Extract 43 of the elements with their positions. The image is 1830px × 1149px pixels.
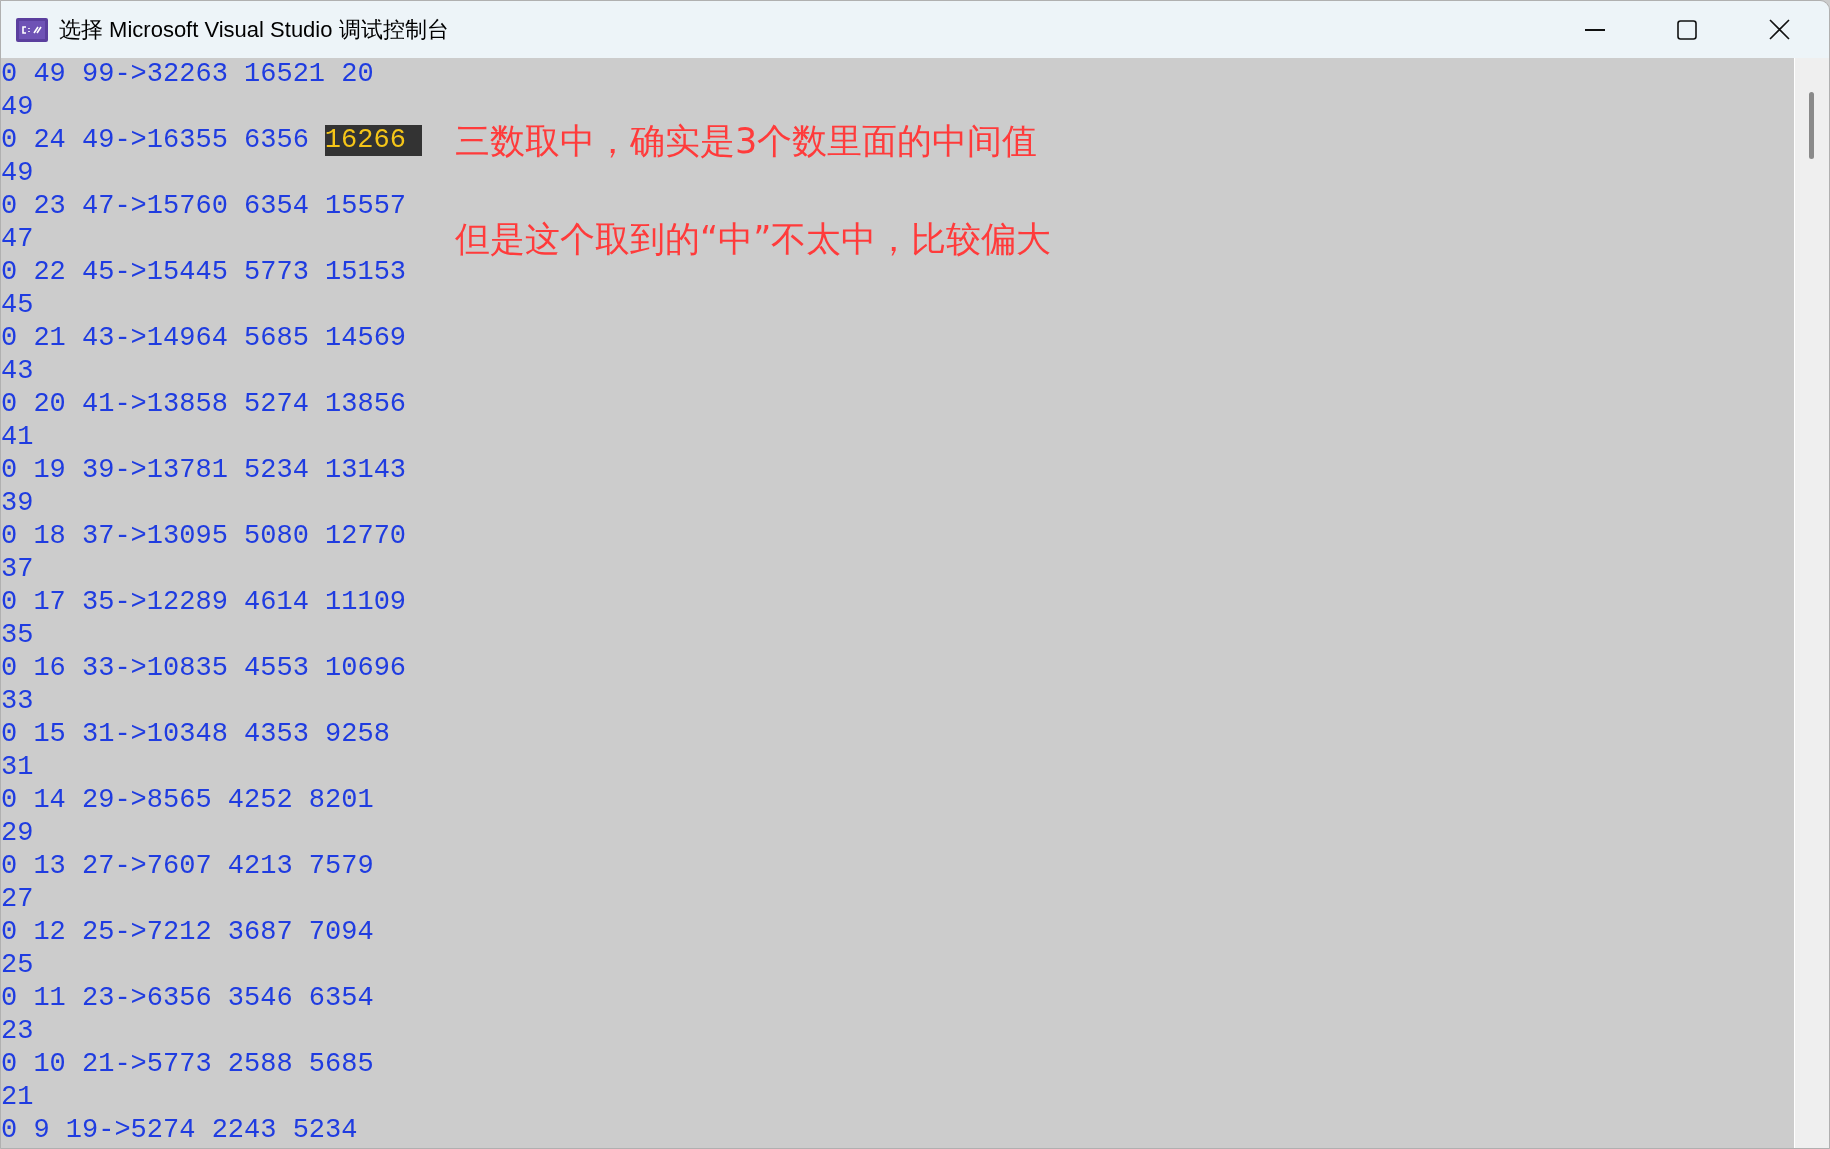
minimize-icon: [1585, 28, 1605, 31]
output-line: 0 16 33->10835 4553 10696: [1, 653, 407, 684]
output-line: 35: [1, 620, 34, 651]
output-line: 0 13 27->7607 4213 7579: [1, 851, 374, 882]
output-line: 21: [1, 1082, 34, 1113]
output-line: 49: [1, 158, 34, 189]
output-line: 33: [1, 686, 34, 717]
output-line: 45: [1, 290, 34, 321]
output-line: 25: [1, 950, 34, 981]
output-line: 0 15 31->10348 4353 9258: [1, 719, 390, 750]
output-line: 0 20 41->13858 5274 13856: [1, 389, 407, 420]
output-line: 0 14 29->8565 4252 8201: [1, 785, 374, 816]
output-line: 0 19 39->13781 5234 13143: [1, 455, 407, 486]
output-line: 0 12 25->7212 3687 7094: [1, 917, 374, 948]
output-line: 31: [1, 752, 34, 783]
output-line: 0 18 37->13095 5080 12770: [1, 521, 407, 552]
annotation-text: 三数取中，确实是3个数里面的中间值: [455, 121, 1039, 161]
output-line: 43: [1, 356, 34, 387]
output-line: 0 24 49->16355 6356: [1, 125, 309, 156]
annotation-text: 但是这个取到的“中”不太中，比较偏大: [455, 219, 1052, 259]
output-line: 37: [1, 554, 34, 585]
output-line: 0 11 23->6356 3546 6354: [1, 983, 374, 1014]
console-app-icon: [16, 17, 48, 42]
output-line: 41: [1, 422, 34, 453]
close-icon: [1768, 19, 1790, 40]
scrollbar-thumb[interactable]: [1809, 92, 1814, 159]
maximize-icon: [1677, 19, 1697, 40]
output-line: 49: [1, 92, 34, 123]
output-line: 0 21 43->14964 5685 14569: [1, 323, 407, 354]
output-line: 0 22 45->15445 5773 15153: [1, 257, 407, 288]
output-line: 0 10 21->5773 2588 5685: [1, 1049, 374, 1080]
output-line: 0 17 35->12289 4614 11109: [1, 587, 407, 618]
selected-text: 16266: [324, 125, 422, 156]
output-line: 0 23 47->15760 6354 15557: [1, 191, 407, 222]
output-line: 0 9 19->5274 2243 5234: [1, 1115, 358, 1146]
scrollbar[interactable]: [1794, 58, 1829, 1148]
output-line: 27: [1, 884, 34, 915]
output-line: 0 49 99->32263 16521 20: [1, 59, 374, 90]
window-title: 选择 Microsoft Visual Studio 调试控制台: [59, 16, 449, 44]
output-line: 29: [1, 818, 34, 849]
output-line: 47: [1, 224, 34, 255]
output-line: 39: [1, 488, 34, 519]
output-line: 23: [1, 1016, 34, 1047]
